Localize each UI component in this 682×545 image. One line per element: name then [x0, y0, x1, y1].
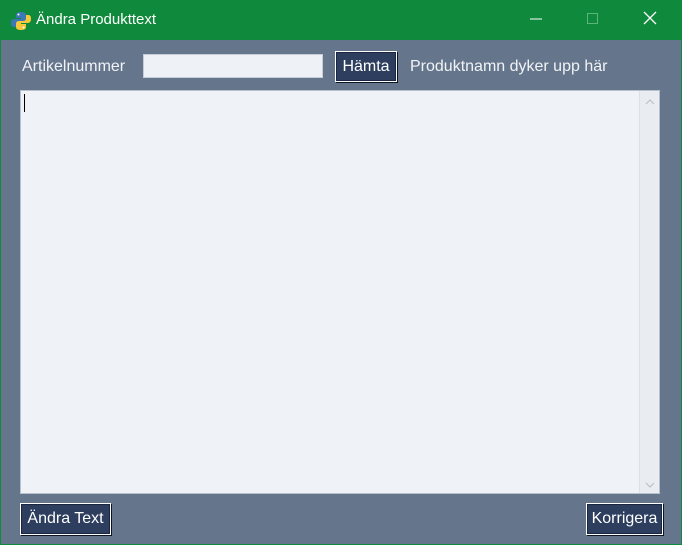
minimize-icon — [530, 12, 542, 30]
product-text-area[interactable] — [20, 90, 660, 494]
minimize-button[interactable] — [513, 1, 559, 40]
scroll-down-button[interactable] — [640, 475, 659, 492]
text-cursor — [24, 94, 25, 112]
edit-text-button[interactable]: Ändra Text — [20, 503, 111, 535]
title-bar[interactable]: Ändra Produkttext — [1, 1, 681, 40]
app-window: Ändra Produkttext Artikelnummer Hämta Pr… — [0, 0, 682, 545]
chevron-up-icon — [645, 92, 655, 110]
maximize-icon — [587, 12, 599, 30]
scroll-up-button[interactable] — [640, 92, 659, 109]
article-number-input[interactable] — [143, 54, 323, 78]
chevron-down-icon — [645, 475, 655, 493]
close-icon — [643, 11, 657, 30]
fetch-button[interactable]: Hämta — [335, 51, 397, 82]
vertical-scrollbar[interactable] — [639, 91, 659, 493]
product-name-label: Produktnamn dyker upp här — [410, 58, 608, 75]
window-title: Ändra Produkttext — [36, 11, 157, 28]
article-number-label: Artikelnummer — [22, 58, 126, 75]
python-icon — [10, 10, 32, 32]
maximize-button[interactable] — [570, 1, 616, 40]
close-button[interactable] — [627, 1, 673, 40]
correct-button[interactable]: Korrigera — [586, 503, 663, 535]
